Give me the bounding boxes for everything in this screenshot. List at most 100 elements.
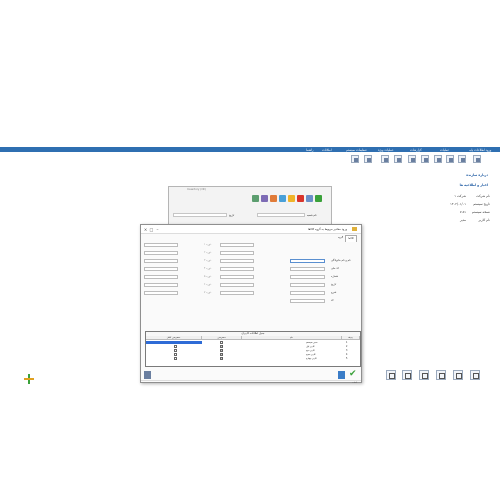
maximize-icon[interactable]: □	[149, 227, 154, 232]
quick-button-5[interactable]	[453, 370, 463, 380]
field-a4[interactable]	[144, 267, 178, 271]
access-checkbox[interactable]: ✓	[220, 357, 223, 360]
folder-icon	[366, 157, 371, 162]
menu-item-settings[interactable]: تنظیمات سیستم	[346, 148, 367, 152]
full-access-checkbox[interactable]	[174, 353, 177, 356]
right-label-6: کد	[331, 299, 334, 302]
print-icon[interactable]	[144, 371, 151, 379]
minimize-icon[interactable]: –	[155, 227, 160, 232]
full-access-checkbox[interactable]	[174, 357, 177, 360]
export-icon[interactable]	[252, 195, 259, 202]
access-checkbox[interactable]: ✓	[220, 353, 223, 356]
back-search-field[interactable]	[173, 213, 227, 217]
period-label: تاریخ سیستم	[473, 202, 490, 206]
menu-item-special[interactable]: عملیات ویژه	[378, 148, 394, 152]
table-row[interactable]: 3 کاربر دوم ✓	[146, 349, 360, 352]
full-access-checkbox[interactable]	[174, 349, 177, 352]
menu-item-tools[interactable]: امکانات	[322, 148, 332, 152]
toolbar-button-9[interactable]	[364, 155, 372, 163]
period-value: ۱۴۰۲/۰۱/۰۱	[450, 202, 466, 206]
period-label-4: دوره ۴	[204, 267, 212, 270]
toolbar-button-2[interactable]	[458, 155, 466, 163]
field-a2[interactable]	[144, 251, 178, 255]
grid-header-full: دسترسی کامل	[146, 336, 202, 340]
refresh-icon[interactable]	[261, 195, 268, 202]
delete-icon[interactable]	[297, 195, 304, 202]
right-label-1: نام و نام خانوادگی	[331, 259, 351, 262]
menu-item-basic[interactable]: ورود اطلاعات پایه	[469, 148, 491, 152]
quick-button-3[interactable]	[419, 370, 429, 380]
field-c6[interactable]	[290, 299, 325, 303]
tab-group[interactable]: گروه	[338, 236, 343, 239]
confirm-icon[interactable]: ✔	[349, 370, 357, 379]
field-a1[interactable]	[144, 243, 178, 247]
edit-icon[interactable]	[306, 195, 313, 202]
quick-button-2[interactable]	[402, 370, 412, 380]
back-filter-field[interactable]	[257, 213, 305, 217]
field-c3[interactable]	[290, 275, 325, 279]
access-checkbox[interactable]: ✓	[220, 349, 223, 352]
news-link[interactable]: اخبار و اطلاعیه ها	[460, 183, 488, 187]
toolbar-button-4[interactable]	[434, 155, 442, 163]
dialog-titlebar: × □ – ورود مقادیر مربوط به گروه کالاها	[141, 225, 361, 234]
quick-button-back[interactable]	[386, 370, 396, 380]
period-label-7: دوره ۷	[204, 291, 212, 294]
table-row[interactable]: 2 کاربر اول ✓	[146, 345, 360, 348]
status-bar: آماده	[141, 380, 361, 384]
field-b5[interactable]	[220, 275, 254, 279]
menu-item-ops[interactable]: عملیات	[440, 148, 449, 152]
about-link[interactable]: درباره سازنده	[466, 173, 488, 177]
add-icon[interactable]	[315, 195, 322, 202]
toolbar-button-7[interactable]	[394, 155, 402, 163]
save-icon[interactable]	[288, 195, 295, 202]
menu-bar: ورود اطلاعات پایه عملیات گزارشات عملیات …	[0, 147, 500, 152]
menu-item-reports[interactable]: گزارشات	[410, 148, 422, 152]
table-row[interactable]: 4 کاربر سوم ✓	[146, 353, 360, 356]
field-b1[interactable]	[220, 243, 254, 247]
toolbar-button-5[interactable]	[421, 155, 429, 163]
field-c4[interactable]	[290, 283, 325, 287]
table-icon	[456, 373, 462, 379]
quick-button-4[interactable]	[436, 370, 446, 380]
field-b4[interactable]	[220, 267, 254, 271]
toolbar-button-1[interactable]	[473, 155, 481, 163]
toolbar-button-8[interactable]	[381, 155, 389, 163]
menu-item-help[interactable]: راهنما	[306, 148, 313, 152]
table-row[interactable]: 1 مدیر سیستم	[146, 341, 360, 344]
monitor-icon	[422, 373, 428, 379]
field-c2[interactable]	[290, 267, 325, 271]
back-filter-label: نام شعبه	[307, 214, 317, 217]
field-b6[interactable]	[220, 283, 254, 287]
print-icon[interactable]	[270, 195, 277, 202]
right-label-5: شرح	[331, 291, 337, 294]
full-access-checkbox[interactable]	[174, 345, 177, 348]
field-c1[interactable]	[290, 259, 325, 263]
quick-button-6[interactable]	[470, 370, 480, 380]
search-icon[interactable]	[279, 195, 286, 202]
document-icon	[460, 157, 465, 162]
field-b2[interactable]	[220, 251, 254, 255]
toolbar-button-6[interactable]	[408, 155, 416, 163]
toolbar-button-10[interactable]	[351, 155, 359, 163]
close-icon[interactable]: ×	[143, 227, 148, 232]
grid-header-num: ردیف	[342, 336, 360, 340]
access-checkbox[interactable]	[220, 341, 223, 344]
tab-items[interactable]: کالاها	[345, 235, 357, 242]
back-arrow-icon	[389, 373, 395, 379]
field-b7[interactable]	[220, 291, 254, 295]
field-a5[interactable]	[144, 275, 178, 279]
field-a6[interactable]	[144, 283, 178, 287]
access-checkbox[interactable]: ✓	[220, 345, 223, 348]
field-a3[interactable]	[144, 259, 178, 263]
bars-icon[interactable]	[338, 371, 345, 379]
selected-cell[interactable]	[146, 341, 202, 344]
app-icon	[352, 227, 357, 231]
table-row[interactable]: 5 کاربر چهارم ✓	[146, 357, 360, 360]
field-a7[interactable]	[144, 291, 178, 295]
toolbar-button-3[interactable]	[446, 155, 454, 163]
field-b3[interactable]	[220, 259, 254, 263]
period-label-5: دوره ۵	[204, 275, 212, 278]
field-c5[interactable]	[290, 291, 325, 295]
period-label-1: دوره ۱	[204, 243, 212, 246]
calculator-icon	[396, 157, 401, 162]
